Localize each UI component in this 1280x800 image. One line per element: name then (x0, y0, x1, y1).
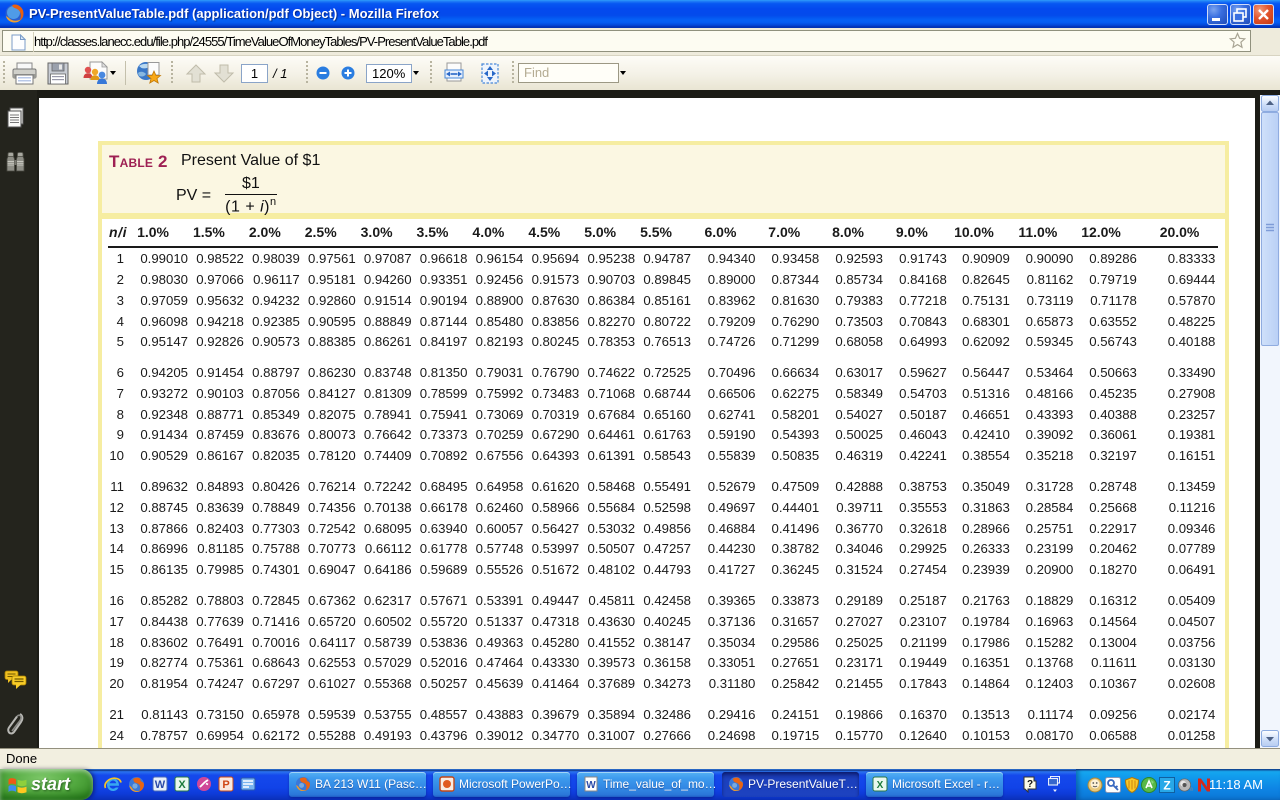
svg-text:av: av (1190, 786, 1193, 792)
svg-text:W: W (155, 779, 166, 791)
svg-text:X: X (877, 780, 884, 791)
svg-text:W: W (586, 780, 596, 791)
svg-text:?: ? (1027, 779, 1033, 790)
svg-text:P: P (222, 779, 229, 791)
svg-text:Z: Z (1163, 778, 1170, 792)
svg-text:X: X (178, 779, 186, 791)
